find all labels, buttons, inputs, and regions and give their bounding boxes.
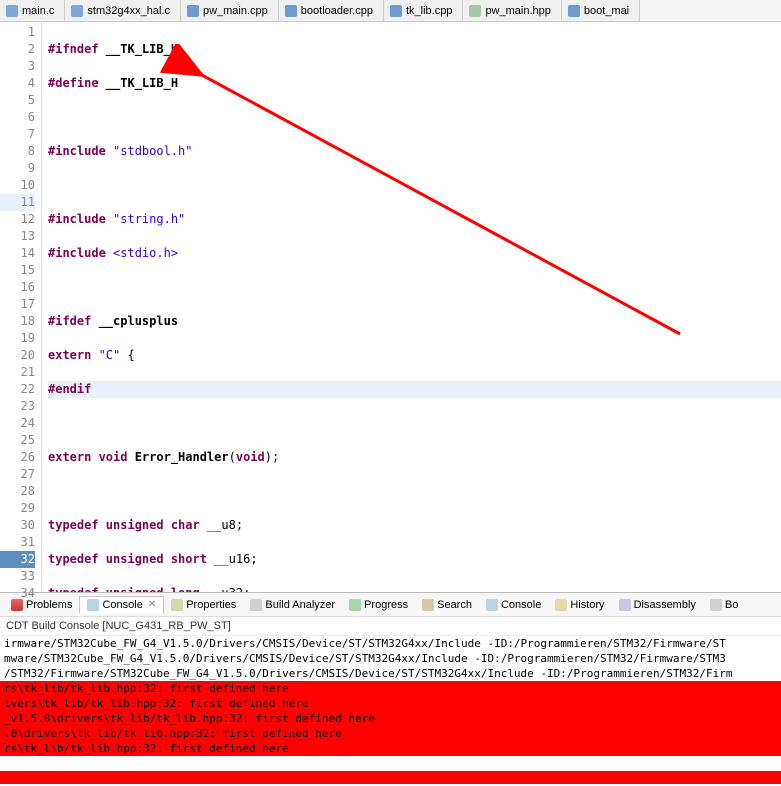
close-icon[interactable]: ✕ xyxy=(148,599,156,610)
console-line: /STM32/Firmware/STM32Cube_FW_G4_V1.5.0/D… xyxy=(0,666,781,681)
line-number: 15 xyxy=(0,262,35,279)
build-icon xyxy=(250,599,262,611)
c-file-icon xyxy=(71,5,83,17)
tab-label: tk_lib.cpp xyxy=(406,5,452,17)
line-number-gutter: 1 2 3 4 5 6 7 8 9 10 11 12 13 14 15 16 1… xyxy=(0,22,42,592)
cpp-file-icon xyxy=(187,5,199,17)
search-icon xyxy=(422,599,434,611)
line-number: 6 xyxy=(0,109,35,126)
line-number: 13 xyxy=(0,228,35,245)
line-number: 12 xyxy=(0,211,35,228)
tab-properties[interactable]: Properties xyxy=(164,597,243,613)
line-number: 8 xyxy=(0,143,35,160)
panel-tab-bar: Problems Console✕ Properties Build Analy… xyxy=(0,593,781,617)
line-number: 23 xyxy=(0,398,35,415)
line-number: 7 xyxy=(0,126,35,143)
line-number: 5 xyxy=(0,92,35,109)
tab-label: main.c xyxy=(22,5,54,17)
line-number: 31 xyxy=(0,534,35,551)
line-number: 27 xyxy=(0,466,35,483)
line-number: 33 xyxy=(0,568,35,585)
line-number: 34 xyxy=(0,585,35,602)
line-number: 21 xyxy=(0,364,35,381)
code-editor[interactable]: 1 2 3 4 5 6 7 8 9 10 11 12 13 14 15 16 1… xyxy=(0,22,781,592)
line-number: 30 xyxy=(0,517,35,534)
console-title: CDT Build Console [NUC_G431_RB_PW_ST] xyxy=(0,617,781,636)
tab-search[interactable]: Search xyxy=(415,597,479,613)
line-number: 29 xyxy=(0,500,35,517)
tab-console[interactable]: Console✕ xyxy=(79,596,164,614)
tab-progress[interactable]: Progress xyxy=(342,597,415,613)
console-icon xyxy=(486,599,498,611)
line-number: 26 xyxy=(0,449,35,466)
line-number-breakpoint[interactable]: 32 xyxy=(0,551,35,568)
tab-label: stm32g4xx_hal.c xyxy=(87,5,170,17)
h-file-icon xyxy=(469,5,481,17)
tab-console-2[interactable]: Console xyxy=(479,597,548,613)
tab-bo[interactable]: Bo xyxy=(703,597,745,613)
line-number: 9 xyxy=(0,160,35,177)
tab-build-analyzer[interactable]: Build Analyzer xyxy=(243,597,342,613)
tab-pw-main-hpp[interactable]: pw_main.hpp xyxy=(463,0,561,21)
line-number: 11 xyxy=(0,194,35,211)
line-number: 17 xyxy=(0,296,35,313)
generic-icon xyxy=(710,599,722,611)
line-number: 22 xyxy=(0,381,35,398)
console-output[interactable]: irmware/STM32Cube_FW_G4_V1.5.0/Drivers/C… xyxy=(0,636,781,784)
console-error-line: rs\tk_lib/tk_lib.hpp:32: first defined h… xyxy=(0,741,781,756)
console-line xyxy=(0,756,781,771)
tab-bootloader-cpp[interactable]: bootloader.cpp xyxy=(279,0,384,21)
console-error-line: rs\tk_lib/tk_lib.hpp:32: first defined h… xyxy=(0,681,781,696)
line-number: 18 xyxy=(0,313,35,330)
tab-label: pw_main.cpp xyxy=(203,5,268,17)
console-error-line: ivers\tk_lib/tk_lib.hpp:32: first define… xyxy=(0,696,781,711)
line-number: 19 xyxy=(0,330,35,347)
line-number: 1 xyxy=(0,24,35,41)
console-icon xyxy=(87,599,99,611)
console-error-line xyxy=(0,771,781,784)
line-number: 25 xyxy=(0,432,35,449)
c-file-icon xyxy=(6,5,18,17)
console-error-line: _v1.5.0\drivers\tk_lib/tk_lib.hpp:32: fi… xyxy=(0,711,781,726)
editor-tab-bar: main.c stm32g4xx_hal.c pw_main.cpp bootl… xyxy=(0,0,781,22)
properties-icon xyxy=(171,599,183,611)
line-number: 20 xyxy=(0,347,35,364)
tab-boot-mai[interactable]: boot_mai xyxy=(562,0,640,21)
code-text-area[interactable]: #ifndef __TK_LIB_H #define __TK_LIB_H #i… xyxy=(42,22,781,592)
line-number: 16 xyxy=(0,279,35,296)
cpp-file-icon xyxy=(568,5,580,17)
tab-label: bootloader.cpp xyxy=(301,5,373,17)
console-line: irmware/STM32Cube_FW_G4_V1.5.0/Drivers/C… xyxy=(0,636,781,651)
line-number: 10 xyxy=(0,177,35,194)
tab-disassembly[interactable]: Disassembly xyxy=(612,597,703,613)
bottom-panel: Problems Console✕ Properties Build Analy… xyxy=(0,592,781,784)
tab-tk-lib-cpp[interactable]: tk_lib.cpp xyxy=(384,0,463,21)
console-error-line: .0\drivers\tk_lib/tk_lib.hpp:32: first d… xyxy=(0,726,781,741)
line-number: 4 xyxy=(0,75,35,92)
cpp-file-icon xyxy=(285,5,297,17)
tab-pw-main-cpp[interactable]: pw_main.cpp xyxy=(181,0,279,21)
line-number: 28 xyxy=(0,483,35,500)
cpp-file-icon xyxy=(390,5,402,17)
progress-icon xyxy=(349,599,361,611)
line-number: 14 xyxy=(0,245,35,262)
tab-stm32-hal[interactable]: stm32g4xx_hal.c xyxy=(65,0,181,21)
line-number: 24 xyxy=(0,415,35,432)
disassembly-icon xyxy=(619,599,631,611)
tab-label: pw_main.hpp xyxy=(485,5,550,17)
history-icon xyxy=(555,599,567,611)
line-number: 2 xyxy=(0,41,35,58)
tab-main-c[interactable]: main.c xyxy=(0,0,65,21)
line-number: 3 xyxy=(0,58,35,75)
console-line: mware/STM32Cube_FW_G4_V1.5.0/Drivers/CMS… xyxy=(0,651,781,666)
tab-label: boot_mai xyxy=(584,5,629,17)
tab-history[interactable]: History xyxy=(548,597,611,613)
